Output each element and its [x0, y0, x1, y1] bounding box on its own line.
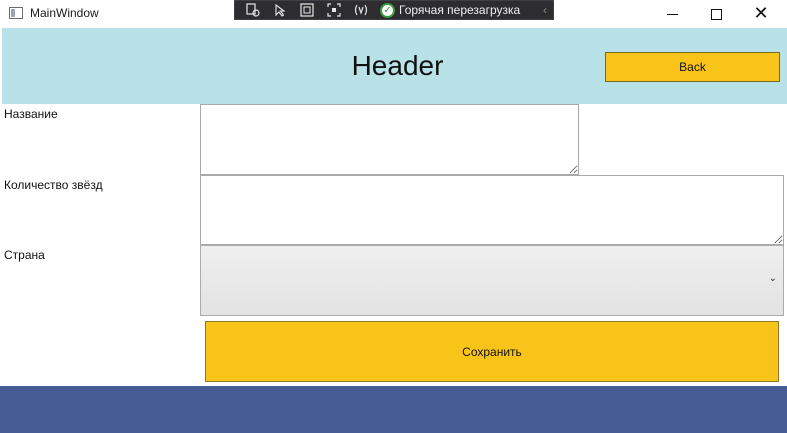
footer-band: [0, 386, 787, 433]
display-layout-adorners-icon[interactable]: [299, 3, 315, 17]
chevron-down-icon: ⌄: [768, 273, 777, 284]
window-title: MainWindow: [30, 6, 99, 20]
name-field[interactable]: [200, 104, 579, 175]
live-visual-tree-icon[interactable]: [245, 3, 261, 17]
minimize-button[interactable]: [650, 0, 694, 28]
maximize-button[interactable]: [694, 0, 738, 28]
back-button[interactable]: Back: [605, 52, 780, 82]
close-icon: ✕: [753, 3, 769, 24]
left-edge: [0, 28, 2, 386]
track-focus-icon[interactable]: [326, 3, 342, 17]
country-select[interactable]: ⌄: [200, 245, 784, 316]
save-button[interactable]: Сохранить: [205, 321, 779, 382]
country-label: Страна: [4, 248, 45, 262]
hot-reload-label[interactable]: Горячая перезагрузка: [399, 3, 520, 17]
select-element-icon[interactable]: [272, 3, 288, 17]
app-window-icon: [9, 7, 23, 19]
collapse-toolbar-icon[interactable]: ‹: [543, 3, 547, 17]
title-bar: MainWindow ✓ Горячая перезагрузка ‹ ✕: [0, 0, 787, 28]
header-band: Header Back: [0, 28, 787, 104]
close-button[interactable]: ✕: [739, 0, 783, 28]
stars-label: Количество звёзд: [4, 178, 103, 192]
name-label: Название: [4, 107, 58, 121]
binding-failures-icon[interactable]: [353, 3, 369, 17]
stars-field[interactable]: [200, 175, 784, 245]
hot-reload-check-icon: ✓: [380, 2, 395, 18]
maximize-icon: [710, 8, 722, 20]
minimize-icon: [666, 13, 678, 15]
xaml-debug-toolbar: ✓ Горячая перезагрузка ‹: [234, 0, 554, 20]
